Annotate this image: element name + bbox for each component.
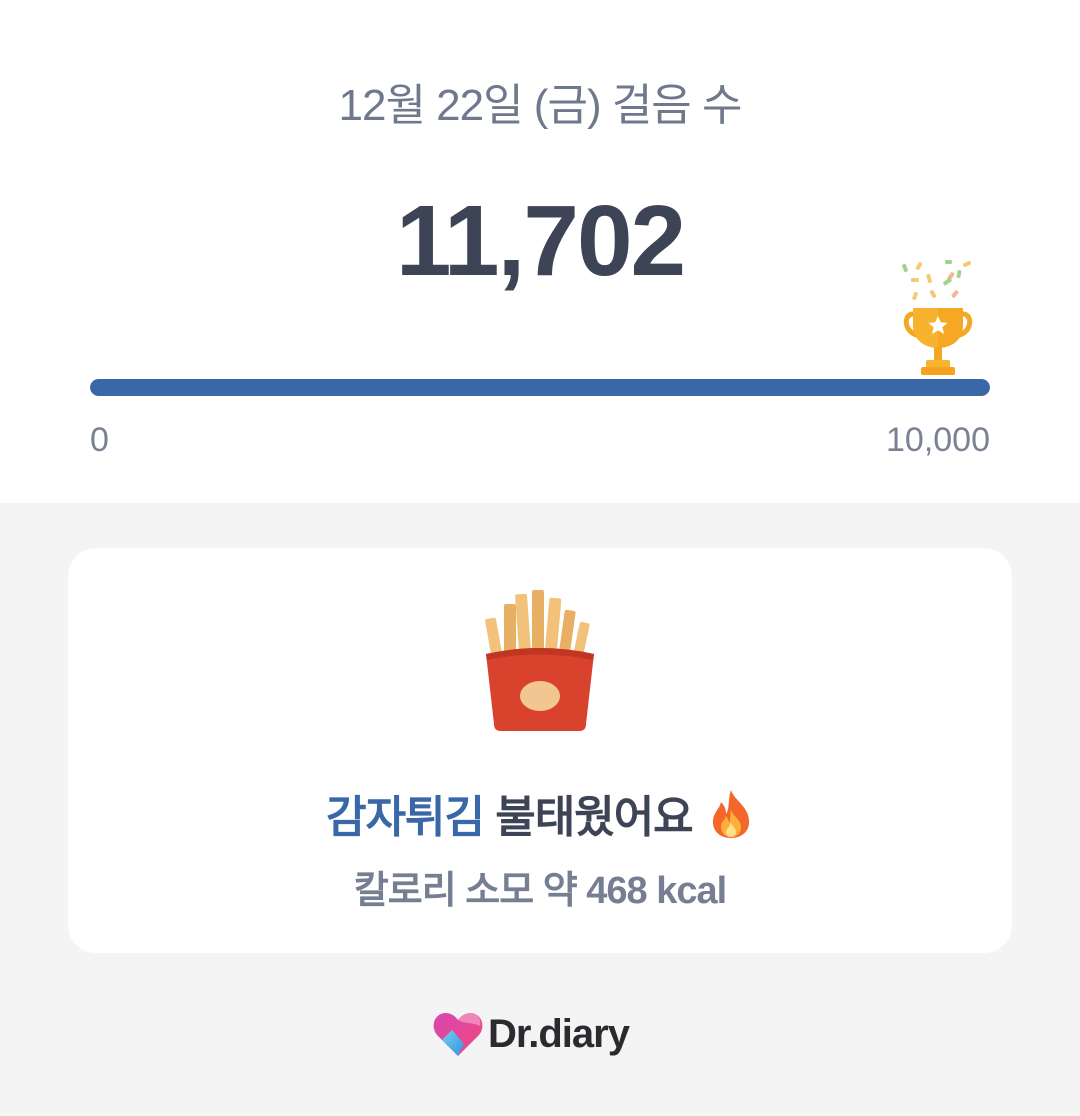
food-name: 감자튀김 [326, 793, 485, 842]
progress-max-label: 10,000 [886, 421, 990, 459]
trophy-icon [902, 260, 973, 375]
french-fries-icon [485, 590, 594, 731]
calorie-burned-text: 칼로리 소모 약 468 kcal [353, 870, 727, 912]
step-progress-bar [90, 379, 990, 396]
progress-min-label: 0 [90, 421, 109, 459]
step-progress-fill [90, 379, 990, 396]
calorie-card: 감자튀김 불태웠어요 칼로리 소모 약 468 kcal [68, 548, 1012, 953]
burn-text: 불태웠어요 [495, 793, 693, 842]
step-summary-section: 12월 22일 (금) 걸음 수 11,702 0 10,000 [0, 0, 1080, 503]
date-title: 12월 22일 (금) 걸음 수 [338, 81, 743, 130]
fire-icon [712, 790, 749, 838]
burn-message: 감자튀김 불태웠어요 [68, 788, 1012, 848]
brand-name: Dr.diary [488, 1012, 630, 1056]
brand-footer: Dr.diary [432, 1008, 662, 1060]
heart-logo-icon [433, 1012, 483, 1056]
